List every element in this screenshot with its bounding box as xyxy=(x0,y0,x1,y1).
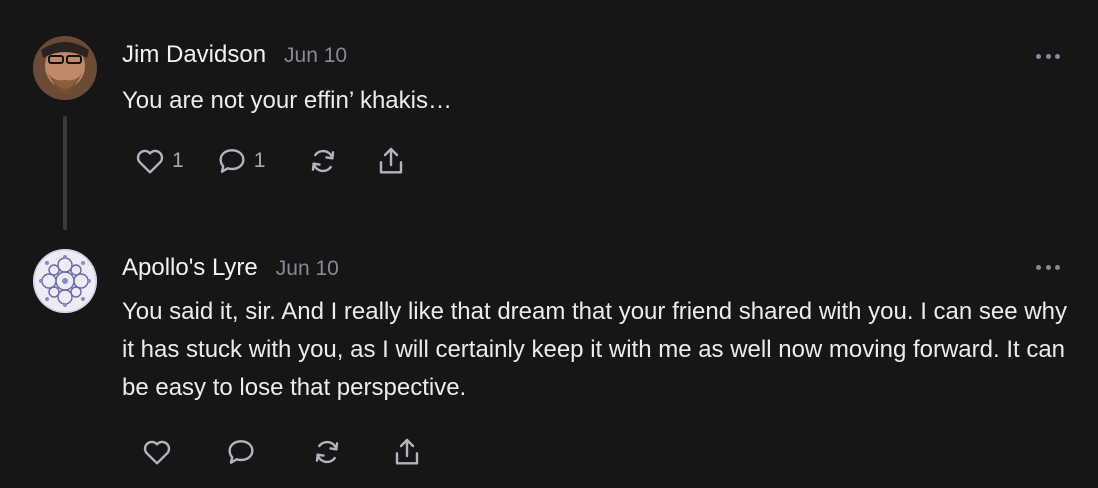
comment-bubble-icon xyxy=(219,149,245,173)
comment-body: You are not your effin’ khakis… xyxy=(122,87,452,114)
share-icon xyxy=(380,147,403,174)
author-name[interactable]: Apollo's Lyre xyxy=(122,254,258,282)
comment-header: Jim Davidson Jun 10 xyxy=(122,41,347,69)
avatar[interactable] xyxy=(33,36,97,100)
share-button[interactable] xyxy=(375,145,407,177)
comment: Jim Davidson Jun 10 You are not your eff… xyxy=(0,0,1098,240)
avatar[interactable] xyxy=(33,249,97,313)
restack-icon xyxy=(315,440,339,464)
author-name[interactable]: Jim Davidson xyxy=(122,41,266,69)
heart-icon xyxy=(143,440,171,465)
comment-actions: 1 1 xyxy=(134,145,407,177)
reply-count: 1 xyxy=(253,149,266,172)
like-button[interactable] xyxy=(141,436,179,468)
comment-body: You said it, sir. And I really like that… xyxy=(122,298,1067,401)
reply-button[interactable]: 1 xyxy=(216,145,266,177)
like-button[interactable]: 1 xyxy=(134,145,184,177)
reply-button[interactable] xyxy=(225,436,263,468)
like-count: 1 xyxy=(172,149,184,172)
more-options-button[interactable] xyxy=(1036,262,1060,272)
restack-icon xyxy=(312,149,335,173)
thread-line xyxy=(63,116,67,230)
restack-button[interactable] xyxy=(307,145,339,177)
comment-date[interactable]: Jun 10 xyxy=(276,257,339,281)
comment-header: Apollo's Lyre Jun 10 xyxy=(122,254,339,282)
share-icon xyxy=(395,438,419,465)
more-options-button[interactable] xyxy=(1036,51,1060,61)
more-dots-icon xyxy=(1036,53,1041,59)
restack-button[interactable] xyxy=(311,436,343,468)
comment-date[interactable]: Jun 10 xyxy=(284,44,347,68)
more-dots-icon xyxy=(1036,264,1041,270)
comment: Apollo's Lyre Jun 10 You said it, sir. A… xyxy=(0,240,1098,488)
heart-icon xyxy=(136,149,164,174)
comment-bubble-icon xyxy=(228,440,254,464)
comment-actions xyxy=(141,436,423,468)
share-button[interactable] xyxy=(391,436,423,468)
